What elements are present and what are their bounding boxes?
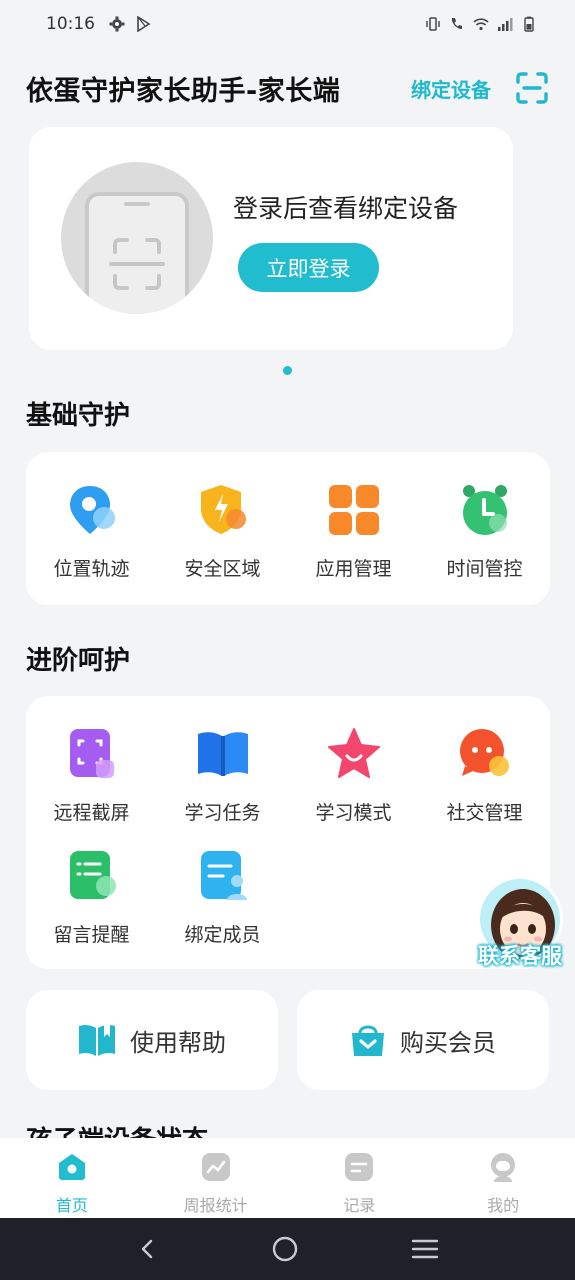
play-store-icon [137, 16, 151, 32]
apps-grid-icon [328, 485, 379, 535]
gear-icon [109, 16, 125, 32]
chart-icon [201, 1153, 230, 1181]
basic-item-location[interactable]: 位置轨迹 [26, 482, 157, 581]
basic-item-time-control[interactable]: 时间管控 [419, 482, 550, 581]
advanced-item-label: 绑定成员 [184, 924, 261, 946]
shield-icon [200, 485, 246, 534]
tab-record[interactable]: 记录 [288, 1138, 432, 1218]
basic-item-safe-zone[interactable]: 安全区域 [157, 482, 288, 581]
page-title: 依蛋守护家长助手-家长端 [26, 75, 341, 107]
star-icon [327, 728, 380, 778]
advanced-item-message-reminder[interactable]: 留言提醒 [26, 848, 157, 947]
screenshot-icon [69, 729, 114, 778]
status-time: 10:16 [46, 14, 95, 34]
profile-icon [491, 1153, 516, 1182]
alarm-clock-icon [462, 485, 507, 535]
system-navigation-bar [0, 1218, 575, 1280]
message-note-icon [69, 851, 116, 899]
advanced-item-label: 留言提醒 [53, 924, 130, 946]
app-header: 依蛋守护家长助手-家长端 绑定设备 [26, 66, 549, 110]
advanced-item-study-task[interactable]: 学习任务 [157, 726, 288, 825]
basic-item-label: 位置轨迹 [53, 558, 130, 580]
tab-weekly-report[interactable]: 周报统计 [144, 1138, 288, 1218]
login-button[interactable]: 立即登录 [238, 243, 379, 292]
vip-card[interactable]: 购买会员 [297, 990, 549, 1090]
back-icon[interactable] [136, 1237, 160, 1261]
basic-item-label: 安全区域 [184, 558, 261, 580]
login-card: 登录后查看绑定设备 立即登录 [29, 127, 513, 350]
status-bar: 10:16 [0, 0, 575, 48]
call-icon [451, 18, 462, 29]
vip-bag-icon [352, 1025, 384, 1056]
vibrate-icon [426, 17, 440, 31]
advanced-item-label: 学习模式 [315, 802, 392, 824]
basic-item-label: 应用管理 [315, 558, 392, 580]
book-icon [197, 732, 248, 776]
device-placeholder-image [61, 162, 213, 314]
tab-label: 周报统计 [183, 1196, 248, 1215]
tab-label: 记录 [343, 1196, 376, 1215]
section-title-basic: 基础守护 [26, 401, 131, 431]
bind-device-link[interactable]: 绑定设备 [411, 74, 491, 103]
signal-icon [498, 18, 513, 31]
wifi-icon [473, 18, 489, 31]
bottom-tab-bar: 首页 周报统计 记录 我的 [0, 1138, 575, 1218]
tab-label: 我的 [487, 1196, 520, 1215]
battery-icon [524, 16, 534, 32]
home-icon [58, 1154, 85, 1180]
location-icon [69, 486, 115, 534]
section-title-advanced: 进阶呵护 [26, 646, 131, 676]
scan-icon[interactable] [515, 71, 549, 105]
advanced-item-bind-member[interactable]: 绑定成员 [157, 848, 288, 947]
section-title-device-status: 孩子端设备状态 [26, 1120, 208, 1138]
record-icon [345, 1153, 374, 1181]
phone-icon [85, 192, 189, 314]
advanced-item-label: 远程截屏 [53, 802, 130, 824]
basic-item-label: 时间管控 [446, 558, 523, 580]
help-card[interactable]: 使用帮助 [26, 990, 278, 1090]
carousel-indicator [283, 366, 292, 375]
help-book-icon [79, 1024, 115, 1056]
member-icon [200, 851, 247, 900]
tab-profile[interactable]: 我的 [431, 1138, 575, 1218]
recents-menu-icon[interactable] [411, 1237, 439, 1261]
home-circle-icon[interactable] [271, 1235, 299, 1263]
advanced-item-social-manage[interactable]: 社交管理 [419, 726, 550, 825]
advanced-item-remote-screenshot[interactable]: 远程截屏 [26, 726, 157, 825]
tab-home[interactable]: 首页 [0, 1138, 144, 1218]
advanced-item-label: 学习任务 [184, 802, 261, 824]
basic-item-app-manage[interactable]: 应用管理 [288, 482, 419, 581]
chat-icon [459, 729, 509, 776]
advanced-item-label: 社交管理 [446, 802, 523, 824]
basic-grid: 位置轨迹 安全区域 应用管理 时间管控 [26, 452, 550, 605]
service-label: 联系客服 [478, 944, 562, 968]
customer-service-button[interactable]: 联系客服 [470, 876, 570, 976]
tab-label: 首页 [55, 1196, 88, 1215]
help-label: 使用帮助 [130, 1028, 226, 1057]
login-prompt: 登录后查看绑定设备 [233, 194, 459, 223]
advanced-item-study-mode[interactable]: 学习模式 [288, 726, 419, 825]
vip-label: 购买会员 [400, 1028, 496, 1057]
